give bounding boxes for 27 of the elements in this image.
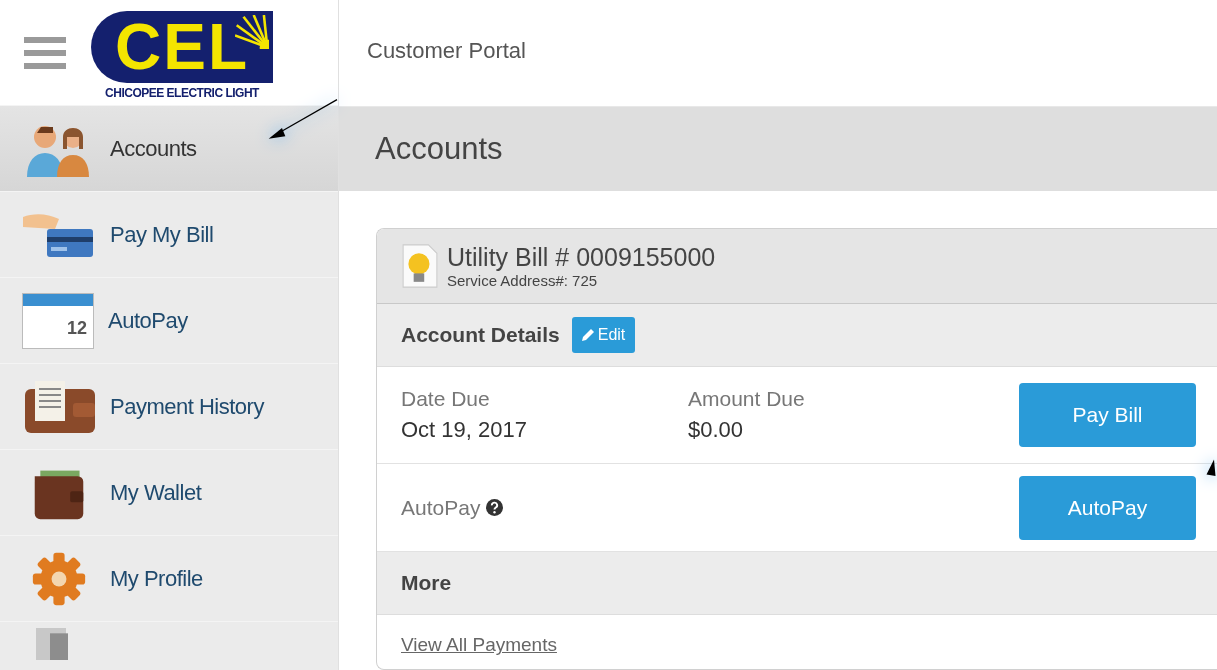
help-icon[interactable] [486, 499, 504, 517]
pencil-icon [581, 329, 594, 342]
field-label: Amount Due [688, 387, 806, 412]
view-all-payments-link[interactable]: View All Payments [401, 634, 557, 657]
nav-item[interactable] [0, 621, 338, 659]
menu-icon[interactable] [24, 36, 66, 69]
light-bulb-document-icon [401, 242, 439, 291]
service-address: Service Address#: 725 [447, 272, 599, 290]
nav-item[interactable]: Payment History [0, 363, 338, 449]
bill-title: Utility Bill # 0009155000 [447, 243, 716, 273]
door-icon [36, 628, 68, 660]
page-title: Accounts [375, 130, 503, 167]
wallet-with-papers-icon [22, 378, 96, 435]
field-label: Date Due [401, 387, 491, 412]
nav-item[interactable]: My Wallet [0, 449, 338, 535]
nav-item[interactable]: Accounts [0, 105, 338, 191]
company-logo: CEL CHICOPEE ELECTRIC LIGHT [90, 11, 274, 100]
portal-title: Customer Portal [367, 37, 526, 64]
calendar-icon: 12 [22, 292, 94, 349]
section-heading: Account Details [401, 323, 560, 348]
nav-item[interactable]: My Profile [0, 535, 338, 621]
nav-item[interactable]: Pay My Bill [0, 191, 338, 277]
field-label: AutoPay [401, 495, 481, 520]
section-heading: More [401, 571, 452, 596]
nav-item[interactable]: 12 AutoPay [0, 277, 338, 363]
field-value: Oct 19, 2017 [401, 417, 528, 444]
field-value: $0.00 [688, 417, 745, 444]
